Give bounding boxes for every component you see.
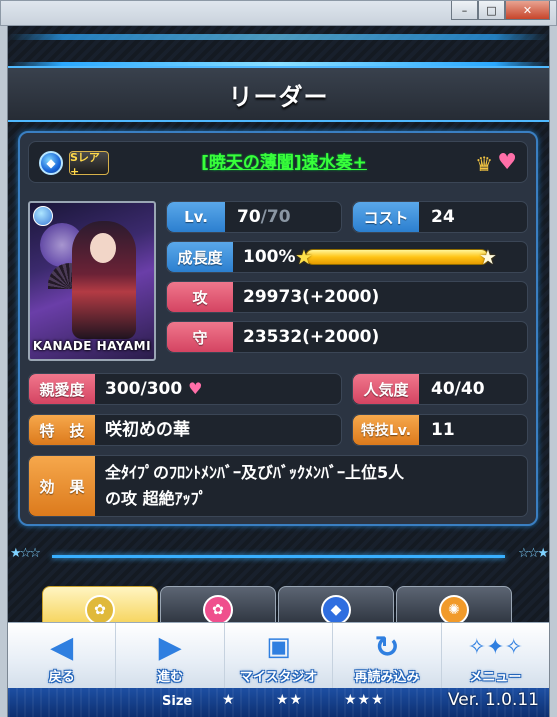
skill-level-value: 11 [431, 420, 455, 440]
nav-forward-button[interactable]: ▶ 進む [116, 623, 225, 688]
speaker-icon: ▣ [266, 632, 291, 662]
attack-row: 攻 29973(+2000) [166, 281, 528, 313]
effect-text: 全ﾀｲﾌﾟのﾌﾛﾝﾄﾒﾝﾊﾞｰ及びﾊﾞｯｸﾒﾝﾊﾞｰ上位5人 の攻 超絶ｱｯﾌﾟ [105, 460, 525, 512]
skill-value: 咲初めの華 [105, 420, 190, 440]
growth-label: 成長度 [167, 242, 233, 272]
heart-icon: ♥ [188, 379, 203, 398]
card-name-bar: ◆ Sレア+ [暁天の薄闇]速水奏+ ♛ ♥ [28, 141, 528, 183]
nav-label: 進む [157, 670, 184, 685]
cost-value: 24 [431, 207, 455, 227]
skill-label: 特 技 [29, 415, 95, 445]
flower-icon: ✿ [203, 595, 233, 625]
level-row: Lv. 70/70 [166, 201, 342, 233]
level-value: 70/70 [237, 202, 291, 232]
level-max: /70 [260, 207, 291, 227]
nav-label: メニュー [469, 670, 522, 685]
nav-back-button[interactable]: ◀ 戻る [8, 623, 117, 688]
popularity-row: 人気度 40/40 [352, 373, 528, 405]
growth-row: 成長度 100% ★ ★ [166, 241, 528, 273]
effect-label: 効 果 [29, 456, 95, 516]
all-attribute-icon: ✿ [85, 595, 115, 625]
defense-label: 守 [167, 322, 233, 352]
level-current: 70 [237, 207, 261, 227]
arrow-left-icon: ◀ [50, 629, 74, 665]
separator-line [52, 555, 505, 558]
heart-icon: ♥ [497, 150, 517, 175]
window-frame-left [0, 26, 8, 717]
size-option-small[interactable]: ★ [222, 692, 236, 708]
reload-icon: ↻ [374, 629, 400, 665]
defense-row: 守 23532(+2000) [166, 321, 528, 353]
nav-label: 戻る [48, 670, 75, 685]
nav-my-studio-button[interactable]: ▣ マイスタジオ [225, 623, 334, 688]
crown-icon: ♛ [475, 152, 493, 176]
star-separator: ★☆☆ ☆☆★ [8, 546, 549, 566]
nav-reload-button[interactable]: ↻ 再読み込み [333, 623, 442, 688]
close-button[interactable]: ✕ [505, 1, 550, 20]
card-portrait[interactable]: KANADE HAYAMI [28, 201, 156, 361]
affection-row: 親愛度 300/300 ♥ [28, 373, 342, 405]
menu-logo-icon: ✧✦✧ [467, 634, 523, 660]
affection-label: 親愛度 [29, 374, 95, 404]
bottom-navigation: ◀ 戻る ▶ 進む ▣ マイスタジオ ↻ 再読み込み ✧✦✧ メニュー [8, 622, 549, 688]
diamond-icon: ◆ [321, 595, 351, 625]
effect-line-1: 全ﾀｲﾌﾟのﾌﾛﾝﾄﾒﾝﾊﾞｰ及びﾊﾞｯｸﾒﾝﾊﾞｰ上位5人 [105, 463, 405, 482]
sun-icon: ✺ [439, 595, 469, 625]
effect-line-2: の攻 超絶ｱｯﾌﾟ [105, 489, 207, 508]
maximize-button[interactable]: □ [478, 1, 505, 20]
card-detail-panel: ◆ Sレア+ [暁天の薄闇]速水奏+ ♛ ♥ KANADE HAYAMI Lv.… [18, 131, 538, 526]
portrait-caption: KANADE HAYAMI [32, 339, 152, 353]
skill-row: 特 技 咲初めの華 [28, 414, 342, 446]
attack-value: 29973(+2000) [243, 287, 380, 307]
star-icon: ★☆☆ [10, 546, 41, 561]
size-option-large[interactable]: ★★★ [344, 692, 385, 708]
level-label: Lv. [167, 202, 225, 232]
tab-cool[interactable]: ◆ [278, 586, 394, 626]
defense-value: 23532(+2000) [243, 327, 380, 347]
page-header: リーダー [8, 66, 549, 122]
affection-value: 300/300 ♥ [105, 374, 202, 404]
nav-menu-button[interactable]: ✧✦✧ メニュー [442, 623, 549, 688]
tab-cute[interactable]: ✿ [160, 586, 276, 626]
cost-label: コスト [353, 202, 419, 232]
growth-progress-bar [305, 249, 489, 265]
portrait-face [90, 233, 116, 263]
game-area: リーダー ◆ Sレア+ [暁天の薄闇]速水奏+ ♛ ♥ KANADE HAYAM… [8, 26, 549, 717]
star-icon: ☆☆★ [518, 546, 549, 561]
skill-level-label: 特技Lv. [353, 415, 419, 445]
star-icon: ★ [479, 245, 497, 269]
skill-level-row: 特技Lv. 11 [352, 414, 528, 446]
portrait-attribute-gem [33, 206, 53, 226]
growth-value: 100% [243, 247, 296, 267]
cost-row: コスト 24 [352, 201, 528, 233]
version-label: Ver. 1.0.11 [447, 690, 539, 710]
minimize-button[interactable]: – [451, 1, 478, 20]
page-title: リーダー [228, 82, 329, 111]
window-titlebar: – □ ✕ [0, 0, 557, 26]
affection-number: 300/300 [105, 379, 183, 399]
tab-passion[interactable]: ✺ [396, 586, 512, 626]
star-icon: ★ [295, 245, 313, 269]
rarity-badge: Sレア+ [69, 151, 109, 178]
window-controls: – □ ✕ [451, 1, 550, 20]
diamond-icon: ◆ [39, 151, 63, 175]
size-label: Size [162, 694, 193, 709]
nav-label: 再読み込み [354, 670, 420, 685]
attribute-tabs: ✿ ✿ ◆ ✺ [42, 586, 514, 626]
nav-label: マイスタジオ [239, 670, 318, 685]
card-name-link[interactable]: [暁天の薄闇]速水奏+ [119, 142, 449, 184]
size-option-medium[interactable]: ★★ [276, 692, 303, 708]
popularity-label: 人気度 [353, 374, 419, 404]
window-frame-right [549, 26, 557, 717]
top-glow-line [8, 34, 549, 40]
popularity-value: 40/40 [431, 379, 485, 399]
footer-bar: Size ★ ★★ ★★★ Ver. 1.0.11 [8, 688, 549, 717]
tab-all[interactable]: ✿ [42, 586, 158, 626]
effect-row: 効 果 全ﾀｲﾌﾟのﾌﾛﾝﾄﾒﾝﾊﾞｰ及びﾊﾞｯｸﾒﾝﾊﾞｰ上位5人 の攻 超絶… [28, 455, 528, 517]
arrow-right-icon: ▶ [158, 629, 182, 665]
attack-label: 攻 [167, 282, 233, 312]
